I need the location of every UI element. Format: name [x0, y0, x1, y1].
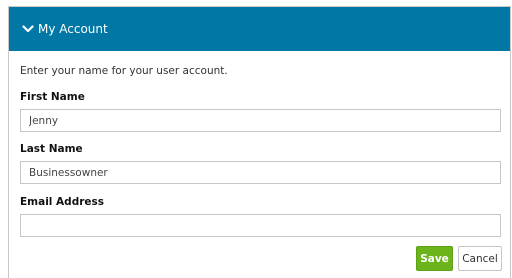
email-label: Email Address	[20, 196, 105, 208]
cancel-button[interactable]: Cancel	[458, 246, 502, 271]
email-input[interactable]	[20, 214, 501, 237]
chevron-down-icon	[22, 23, 34, 35]
section-header-toggle[interactable]: My Account	[9, 7, 510, 51]
form-actions: Save Cancel	[416, 246, 502, 271]
first-name-label: First Name	[20, 91, 85, 103]
save-button[interactable]: Save	[416, 246, 453, 271]
intro-text: Enter your name for your user account.	[20, 65, 228, 77]
my-account-panel: My Account Enter your name for your user…	[8, 6, 511, 278]
first-name-input[interactable]	[20, 109, 501, 132]
section-title: My Account	[38, 22, 108, 36]
last-name-input[interactable]	[20, 161, 501, 184]
last-name-label: Last Name	[20, 143, 83, 155]
form-body: Enter your name for your user account. F…	[9, 51, 510, 237]
